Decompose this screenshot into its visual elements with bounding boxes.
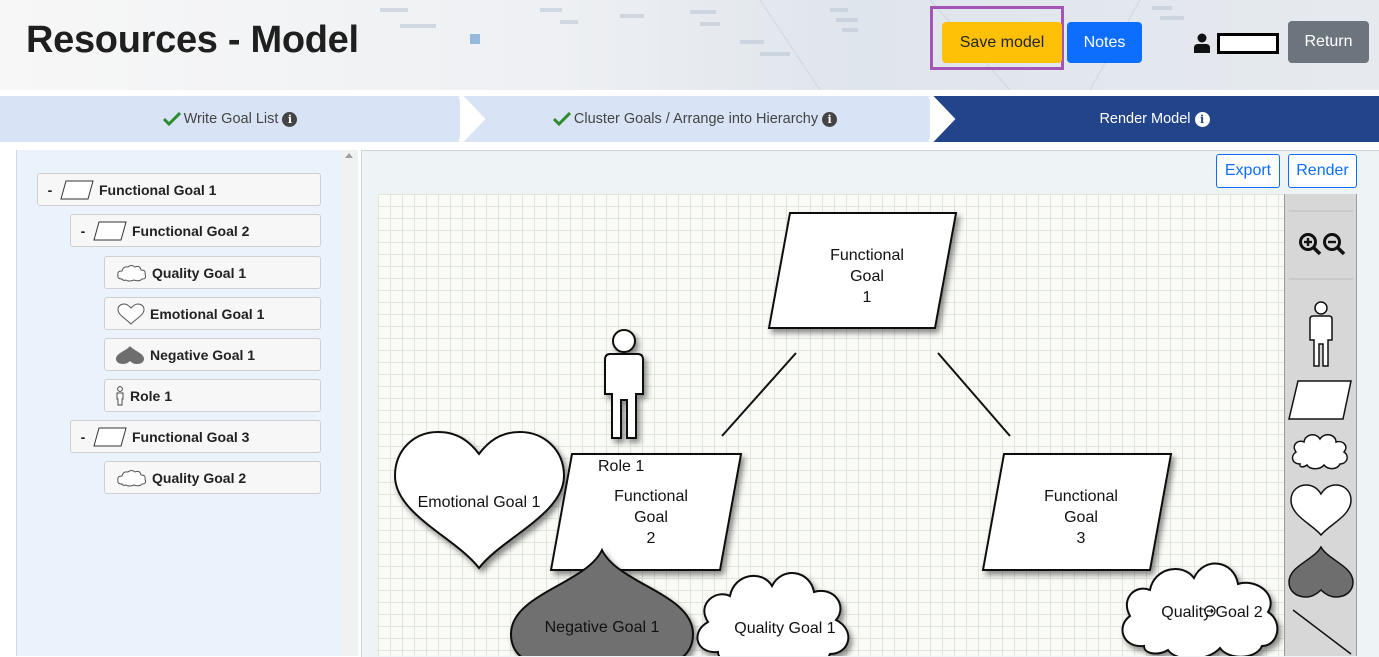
role-shape-tool[interactable] — [1308, 300, 1334, 368]
node-text: Functional — [830, 247, 904, 264]
notes-button[interactable]: Notes — [1067, 22, 1142, 63]
tree-node-functional-goal-2[interactable]: - Functional Goal 2 — [70, 214, 321, 247]
user-icon — [1194, 33, 1210, 53]
quality-goal-1-shape[interactable]: Quality Goal 1 — [696, 572, 850, 656]
tree-node-label: Functional Goal 3 — [132, 428, 250, 445]
step-separator — [458, 96, 486, 142]
cloud-icon — [117, 469, 147, 486]
quality-goal-shape-tool[interactable] — [1290, 432, 1350, 470]
zoom-in-icon[interactable] — [1298, 232, 1322, 256]
tree-node-negative-goal-1[interactable]: Negative Goal 1 — [104, 338, 321, 371]
tree-node-quality-goal-2[interactable]: Quality Goal 2 — [104, 461, 321, 494]
render-button[interactable]: Render — [1288, 154, 1357, 188]
tree-node-label: Functional Goal 1 — [99, 181, 217, 198]
role-1-label: Role 1 — [598, 458, 644, 475]
node-text: Goal — [850, 268, 884, 285]
person-icon — [116, 385, 124, 405]
return-button[interactable]: Return — [1288, 21, 1369, 63]
tree-scrollbar[interactable] — [341, 150, 357, 656]
parallelogram-icon — [93, 427, 127, 446]
step-label: Render Model — [1099, 111, 1191, 127]
tree-node-label: Role 1 — [130, 387, 173, 404]
username-field[interactable] — [1217, 33, 1279, 54]
functional-goal-1-shape[interactable]: Functional Goal 1 — [767, 212, 958, 329]
node-text: 3 — [1077, 530, 1086, 547]
parallelogram-icon — [60, 180, 94, 199]
node-text: Goal — [634, 509, 668, 526]
quality-goal-2-shape[interactable]: Quality Goal 2 — [1121, 562, 1279, 656]
functional-goal-shape-tool[interactable] — [1288, 380, 1352, 420]
tree-node-label: Functional Goal 2 — [132, 222, 250, 239]
info-icon[interactable]: i — [1194, 111, 1210, 127]
node-text: Functional — [614, 488, 688, 505]
tree-node-label: Negative Goal 1 — [150, 346, 256, 363]
scroll-up-arrow[interactable] — [345, 153, 353, 158]
tree-node-functional-goal-1[interactable]: - Functional Goal 1 — [37, 173, 321, 206]
zoom-out-icon[interactable] — [1322, 232, 1346, 256]
step-render-model[interactable]: Render Model i — [930, 96, 1379, 142]
info-icon[interactable]: i — [822, 111, 838, 127]
node-text: Goal — [1064, 509, 1098, 526]
tree-node-quality-goal-1[interactable]: Quality Goal 1 — [104, 256, 321, 289]
tree-node-label: Quality Goal 1 — [152, 264, 247, 281]
node-text: Negative Goal 1 — [545, 619, 660, 636]
collapse-toggle[interactable]: - — [73, 223, 93, 239]
connector-line[interactable] — [937, 352, 1011, 437]
negative-goal-shape-tool[interactable] — [1288, 546, 1354, 598]
node-text: 2 — [647, 530, 656, 547]
parallelogram-icon — [93, 221, 127, 240]
tree-node-label: Emotional Goal 1 — [150, 305, 265, 322]
collapse-toggle[interactable]: - — [40, 182, 60, 198]
heart-icon — [117, 302, 145, 325]
role-1-shape[interactable] — [604, 329, 644, 439]
palette-divider — [1289, 210, 1353, 212]
emotional-goal-1-shape[interactable]: Emotional Goal 1 — [393, 430, 566, 570]
shape-palette — [1284, 194, 1357, 656]
collapse-toggle[interactable]: - — [73, 429, 93, 445]
connector-line[interactable] — [721, 352, 797, 437]
node-text: Quality Goal 1 — [734, 620, 835, 637]
save-model-button[interactable]: Save model — [942, 22, 1062, 63]
checkmark-icon — [552, 112, 571, 126]
tree-node-emotional-goal-1[interactable]: Emotional Goal 1 — [104, 297, 321, 330]
tree-node-role-1[interactable]: Role 1 — [104, 379, 321, 412]
checkmark-icon — [162, 112, 181, 126]
node-text: Emotional Goal 1 — [418, 494, 541, 511]
step-write-goal-list[interactable]: Write Goal List i — [0, 96, 460, 142]
step-label: Cluster Goals / Arrange into Hierarchy — [573, 111, 819, 127]
step-separator — [928, 96, 956, 142]
tree-node-functional-goal-3[interactable]: - Functional Goal 3 — [70, 420, 321, 453]
palette-divider — [1289, 278, 1353, 280]
app-header: Resources - Model Save model Notes Retur… — [0, 0, 1379, 90]
negative-heart-icon — [116, 345, 144, 364]
step-label: Write Goal List — [183, 111, 279, 127]
info-icon[interactable]: i — [282, 111, 298, 127]
step-cluster-goals[interactable]: Cluster Goals / Arrange into Hierarchy i — [460, 96, 930, 142]
page-title: Resources - Model — [26, 19, 359, 61]
tree-node-label: Quality Goal 2 — [152, 469, 247, 486]
node-text: Functional — [1044, 488, 1118, 505]
functional-goal-3-shape[interactable]: Functional Goal 3 — [981, 453, 1173, 571]
emotional-goal-shape-tool[interactable] — [1290, 484, 1352, 536]
cloud-icon — [117, 264, 147, 281]
wizard-steps: Write Goal List i Cluster Goals / Arrang… — [0, 90, 1379, 142]
export-button[interactable]: Export — [1216, 154, 1280, 188]
functional-goal-2-shape[interactable]: Functional Goal 2 — [549, 453, 743, 571]
connector-line-tool[interactable] — [1291, 608, 1353, 656]
goal-model-diagram[interactable]: Functional Goal 1 Emotional Goal 1 Funct… — [378, 194, 1284, 656]
node-text: 1 — [863, 289, 872, 306]
